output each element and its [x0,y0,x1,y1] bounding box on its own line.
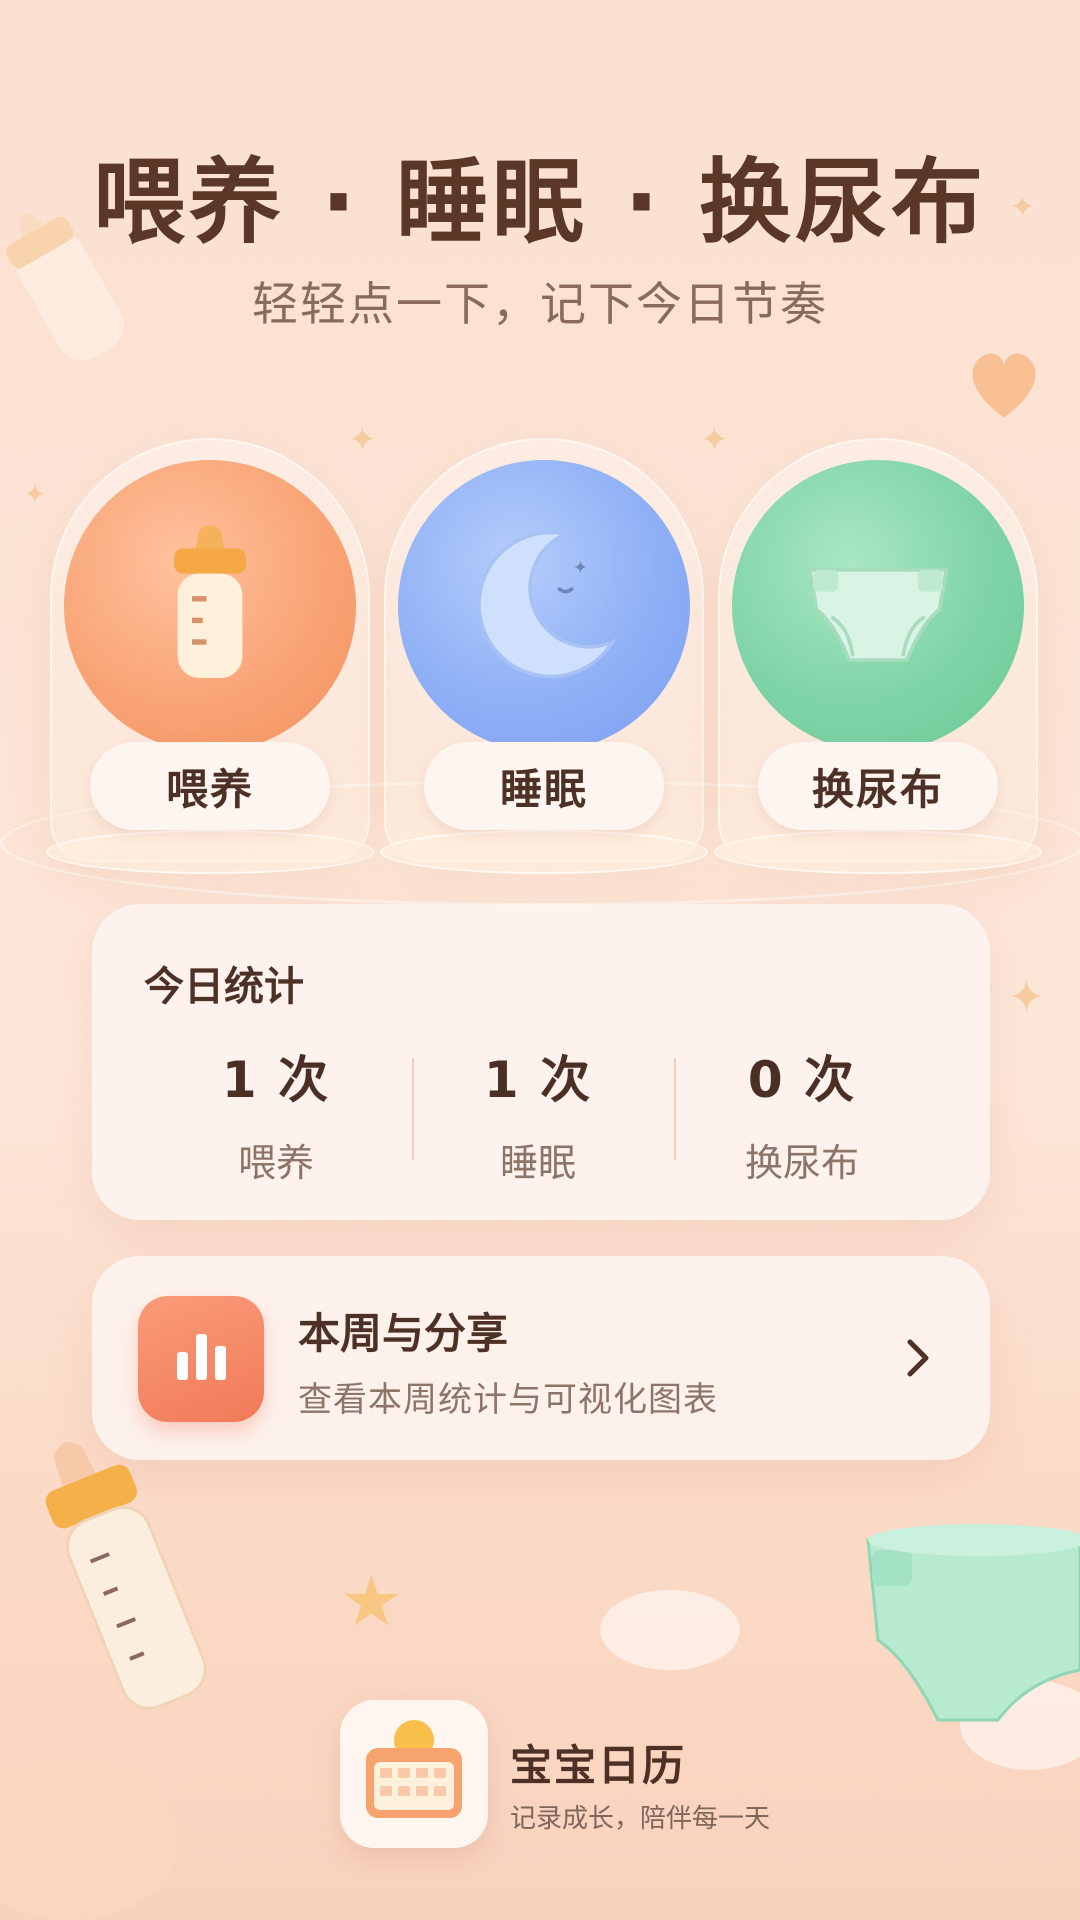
sparkle-icon: ✦ [700,420,729,460]
diaper-button[interactable]: 换尿布 [714,438,1042,874]
stat-feed: 1 次 喂养 [146,1040,406,1187]
button-base [380,830,708,874]
baby-bottle-icon [174,525,246,678]
stat-sleep: 1 次 睡眠 [408,1040,668,1187]
star-icon: ★ [340,1560,403,1642]
baby-bottle-decoration [45,1441,207,1710]
page-title: 喂养 · 睡眠 · 换尿布 [92,149,988,256]
feed-button[interactable]: 喂养 [46,438,374,874]
stat-label: 换尿布 [744,1141,859,1185]
sleep-label: 睡眠 [424,742,664,830]
page-subtitle: 轻轻点一下，记下今日节奏 [252,277,828,331]
weekly-title: 本周与分享 [298,1309,509,1358]
stat-value: 1 次 [221,1051,331,1109]
chevron-right-icon [907,1339,929,1377]
moon-icon: ✦ [477,530,617,679]
svg-text:✦: ✦ [573,558,588,579]
sparkle-icon: ✦ [1008,972,1045,1023]
heart-icon [972,353,1036,418]
feed-orb [64,460,356,752]
diaper-icon [807,568,949,662]
diaper-label: 换尿布 [758,742,998,830]
app-slogan: 记录成长，陪伴每一天 [510,1804,771,1834]
stat-diaper: 0 次 换尿布 [672,1040,932,1187]
stats-title: 今日统计 [144,964,304,1010]
app-badge: 宝宝日历 记录成长，陪伴每一天 [300,1680,820,1860]
button-base [46,830,374,874]
app-name: 宝宝日历 [510,1741,687,1790]
sparkle-icon: ✦ [348,420,377,460]
stat-value: 1 次 [483,1051,593,1109]
diaper-decoration [866,1524,1080,1722]
diaper-orb [732,460,1024,752]
button-base [714,830,1042,874]
calendar-sun-icon [340,1700,488,1848]
stat-label: 喂养 [237,1141,314,1185]
bar-chart-icon [138,1296,264,1422]
cloud-decoration [0,1760,180,1920]
stat-value: 0 次 [747,1051,857,1109]
cloud-decoration [600,1590,740,1670]
feed-label: 喂养 [90,742,330,830]
sleep-orb: ✦ [398,460,690,752]
stat-label: 睡眠 [499,1141,576,1185]
weekly-subtitle: 查看本周统计与可视化图表 [298,1380,718,1420]
sleep-button[interactable]: ✦ 睡眠 [380,438,708,874]
sparkle-icon: ✦ [24,480,46,510]
today-stats-card: 今日统计 1 次 喂养 1 次 睡眠 0 次 换尿布 [92,904,990,1220]
